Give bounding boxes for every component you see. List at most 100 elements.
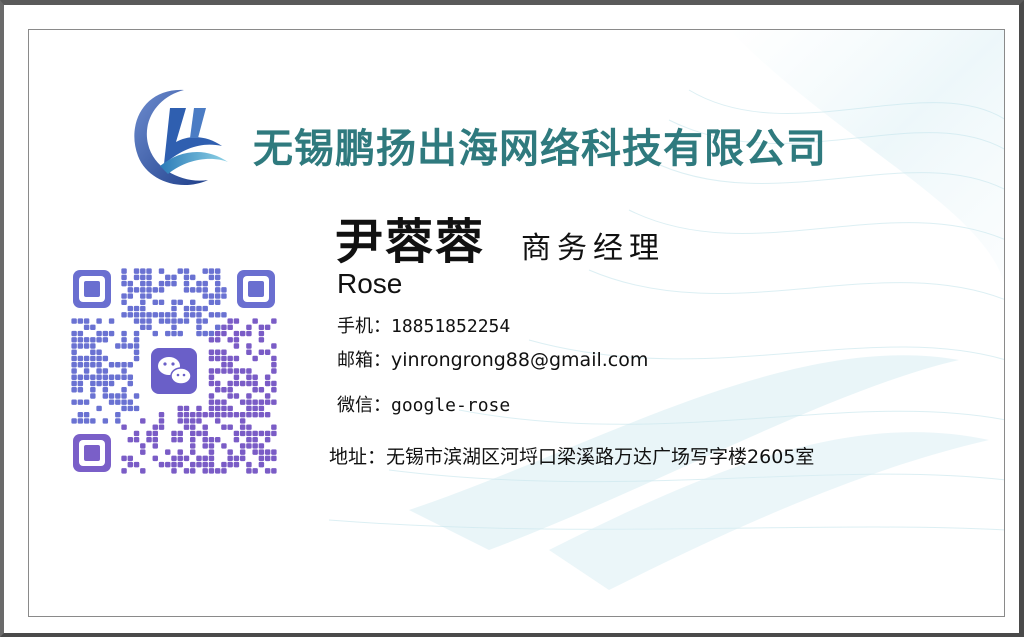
qr-module [127,405,134,412]
qr-module [258,455,265,462]
qr-module [271,468,277,474]
qr-module [190,287,196,293]
qr-module [158,411,165,418]
qr-module [239,449,246,455]
qr-module [115,399,121,405]
qr-module [202,430,208,437]
qr-module [171,468,177,474]
qr-module [202,280,208,287]
qr-module [121,399,127,405]
qr-module [233,318,240,324]
person-name-chinese: 尹蓉蓉 [335,214,486,270]
qr-module [190,436,196,443]
qr-module [246,393,252,399]
qr-module [77,411,84,418]
qr-module [158,461,165,468]
qr-module [208,355,215,362]
qr-module [214,349,221,355]
qr-module [152,424,158,430]
qr-module [227,449,233,455]
qr-module [271,368,277,374]
qr-module [183,312,190,318]
qr-module [165,280,171,287]
qr-module [246,374,252,380]
qr-module [133,436,140,443]
qr-module [146,324,152,331]
qr-module [140,274,146,281]
qr-module [171,324,177,331]
qr-module [202,455,208,462]
qr-module [214,418,221,424]
qr-module [71,399,77,405]
qr-module [202,293,208,299]
qr-module [121,455,127,462]
qr-module [252,380,258,387]
qr-module [271,387,277,393]
qr-module [190,305,196,312]
qr-module [208,374,215,380]
qr-module [239,455,246,462]
business-card: 无锡鹏扬出海网络科技有限公司 尹蓉蓉 商务经理 Rose 手机：18851852… [28,29,1005,617]
qr-module [71,355,77,362]
qr-module [227,455,233,462]
qr-module [140,299,146,306]
qr-module [258,399,265,405]
qr-module [202,305,208,312]
qr-module [202,436,208,443]
qr-module [77,318,84,324]
qr-module [214,293,221,299]
qr-module [121,387,127,393]
qr-module [152,443,158,449]
qr-module [183,405,190,412]
qr-module [239,380,246,387]
qr-module [71,318,77,324]
qr-module [152,330,158,337]
qr-module [127,380,134,387]
qr-module [146,293,152,299]
qr-module [77,362,84,368]
qr-module [221,443,227,449]
qr-module [221,468,227,474]
qr-module [127,305,134,312]
qr-module [121,312,127,318]
qr-module [127,362,134,368]
qr-module [71,343,77,349]
qr-module [252,374,258,380]
qr-module [214,411,221,418]
qr-module [77,374,84,380]
qr-module [83,355,90,362]
qr-module [214,312,221,318]
qr-module [196,418,202,424]
photo-frame: 无锡鹏扬出海网络科技有限公司 尹蓉蓉 商务经理 Rose 手机：18851852… [0,0,1024,637]
qr-module [108,330,115,337]
qr-module [227,380,233,387]
qr-module [208,380,215,387]
phone-number: 18851852254 [391,316,511,337]
qr-module [208,461,215,468]
qr-module [127,293,134,299]
qr-module [264,436,271,443]
qr-module [140,280,146,287]
qr-module [233,374,240,380]
qr-module [177,430,183,437]
qr-module [239,399,246,405]
qr-module [77,387,84,393]
qr-module [77,330,84,337]
qr-module [102,355,109,362]
email-row: 邮箱：yinrongrong88@gmail.com [337,346,648,372]
qr-module [208,368,215,374]
qr-module [171,299,177,306]
qr-module [177,418,183,424]
address-text: 无锡市滨湖区河埒口梁溪路万达广场写字楼2605室 [386,446,815,468]
qr-module [202,330,208,337]
qr-module [121,424,127,430]
qr-module [233,393,240,399]
qr-module [202,461,208,468]
qr-module [227,424,233,430]
qr-module [239,443,246,449]
qr-module [177,299,183,306]
qr-module [208,312,215,318]
qr-module [171,305,177,312]
wechat-label: 微信： [337,395,391,416]
qr-module [239,430,246,437]
